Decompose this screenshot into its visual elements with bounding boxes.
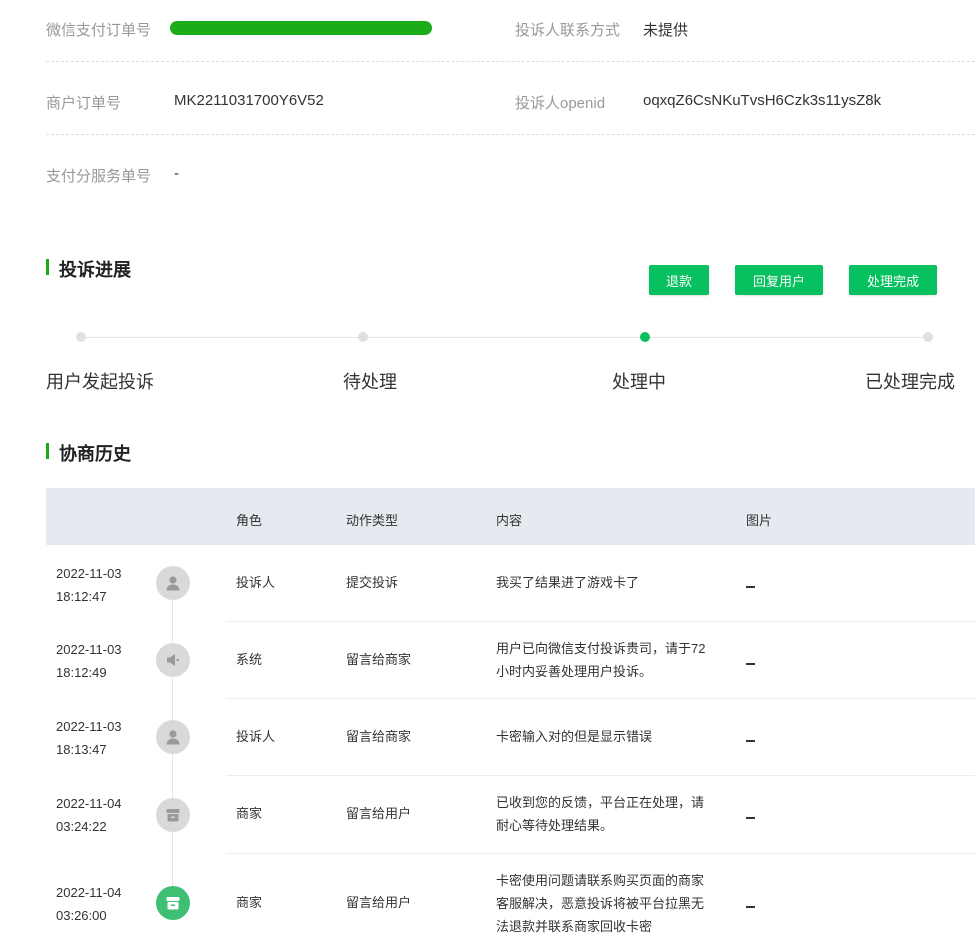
row-role: 投诉人 — [236, 729, 276, 744]
row-role: 商家 — [236, 806, 263, 821]
row-role: 投诉人 — [236, 575, 276, 590]
row-date: 2022-11-03 — [56, 719, 122, 734]
row-content-line: 小时内妥善处理用户投诉。 — [496, 664, 653, 679]
row-content-line: 耐心等待处理结果。 — [496, 818, 614, 833]
step-dot-submitted — [76, 332, 86, 342]
row-time: 03:24:22 — [56, 819, 107, 834]
row-content-line: 卡密输入对的但是显示错误 — [496, 729, 653, 744]
row-date: 2022-11-03 — [56, 642, 122, 657]
row-action: 留言给商家 — [346, 729, 412, 744]
row-date: 2022-11-04 — [56, 885, 122, 900]
step-label-processing: 处理中 — [612, 372, 666, 392]
row-divider — [226, 853, 975, 854]
column-header-role: 角色 — [236, 513, 263, 528]
column-header-action: 动作类型 — [346, 513, 399, 528]
row-divider — [226, 621, 975, 622]
no-image-dash — [746, 740, 755, 742]
reply-user-button[interactable]: 回复用户 — [735, 265, 823, 295]
step-dot-pending — [358, 332, 368, 342]
merchant-order-value: MK2211031700Y6V52 — [174, 92, 324, 109]
row-divider — [226, 698, 975, 699]
merchant-order-label: 商户订单号 — [46, 95, 122, 112]
row-content-line: 客服解决，恶意投诉将被平台拉黑无 — [496, 896, 705, 911]
redaction-mark — [170, 21, 432, 35]
step-dot-completed — [923, 332, 933, 342]
column-header-image: 图片 — [746, 513, 773, 528]
row-time: 18:12:49 — [56, 665, 107, 680]
speaker-icon — [156, 643, 190, 677]
row-content-line: 卡密使用问题请联系购买页面的商家 — [496, 873, 705, 888]
step-label-pending: 待处理 — [343, 372, 397, 392]
table-header: 角色 动作类型 内容 图片 — [46, 488, 975, 545]
history-title: 协商历史 — [59, 444, 131, 464]
row-action: 留言给用户 — [346, 806, 412, 821]
divider — [46, 134, 975, 135]
service-no-value: - — [174, 165, 179, 182]
progress-title: 投诉进展 — [59, 260, 131, 280]
user-icon — [156, 720, 190, 754]
no-image-dash — [746, 906, 755, 908]
divider — [46, 61, 975, 62]
row-date: 2022-11-03 — [56, 566, 122, 581]
progress-track — [81, 337, 928, 338]
row-content-line: 已收到您的反馈，平台正在处理，请 — [496, 795, 705, 810]
row-divider — [226, 775, 975, 776]
no-image-dash — [746, 586, 755, 588]
row-time: 18:13:47 — [56, 742, 107, 757]
row-content-line: 用户已向微信支付投诉贵司，请于72 — [496, 641, 706, 656]
openid-label: 投诉人openid — [515, 95, 606, 112]
complete-button[interactable]: 处理完成 — [849, 265, 937, 295]
user-icon — [156, 566, 190, 600]
column-header-content: 内容 — [496, 513, 523, 528]
row-time: 18:12:47 — [56, 589, 107, 604]
row-role: 商家 — [236, 895, 263, 910]
section-marker — [46, 443, 49, 459]
row-time: 03:26:00 — [56, 908, 107, 923]
step-dot-processing — [640, 332, 650, 342]
row-content-line: 我买了结果进了游戏卡了 — [496, 575, 640, 590]
row-content-line: 法退款并联系商家回收卡密 — [496, 919, 653, 934]
contact-label: 投诉人联系方式 — [515, 22, 621, 39]
wechat-order-label: 微信支付订单号 — [46, 22, 152, 39]
service-no-label: 支付分服务单号 — [46, 168, 152, 185]
row-action: 留言给用户 — [346, 895, 412, 910]
row-date: 2022-11-04 — [56, 796, 122, 811]
refund-button[interactable]: 退款 — [649, 265, 709, 295]
openid-value: oqxqZ6CsNKuTvsH6Czk3s11ysZ8k — [643, 92, 882, 109]
section-marker — [46, 259, 49, 275]
no-image-dash — [746, 663, 755, 665]
store-icon — [156, 886, 190, 920]
row-action: 留言给商家 — [346, 652, 412, 667]
contact-value: 未提供 — [643, 22, 689, 39]
row-action: 提交投诉 — [346, 575, 399, 590]
row-role: 系统 — [236, 652, 263, 667]
no-image-dash — [746, 817, 755, 819]
step-label-submitted: 用户发起投诉 — [46, 372, 154, 392]
step-label-completed: 已处理完成 — [865, 372, 955, 392]
store-icon — [156, 798, 190, 832]
